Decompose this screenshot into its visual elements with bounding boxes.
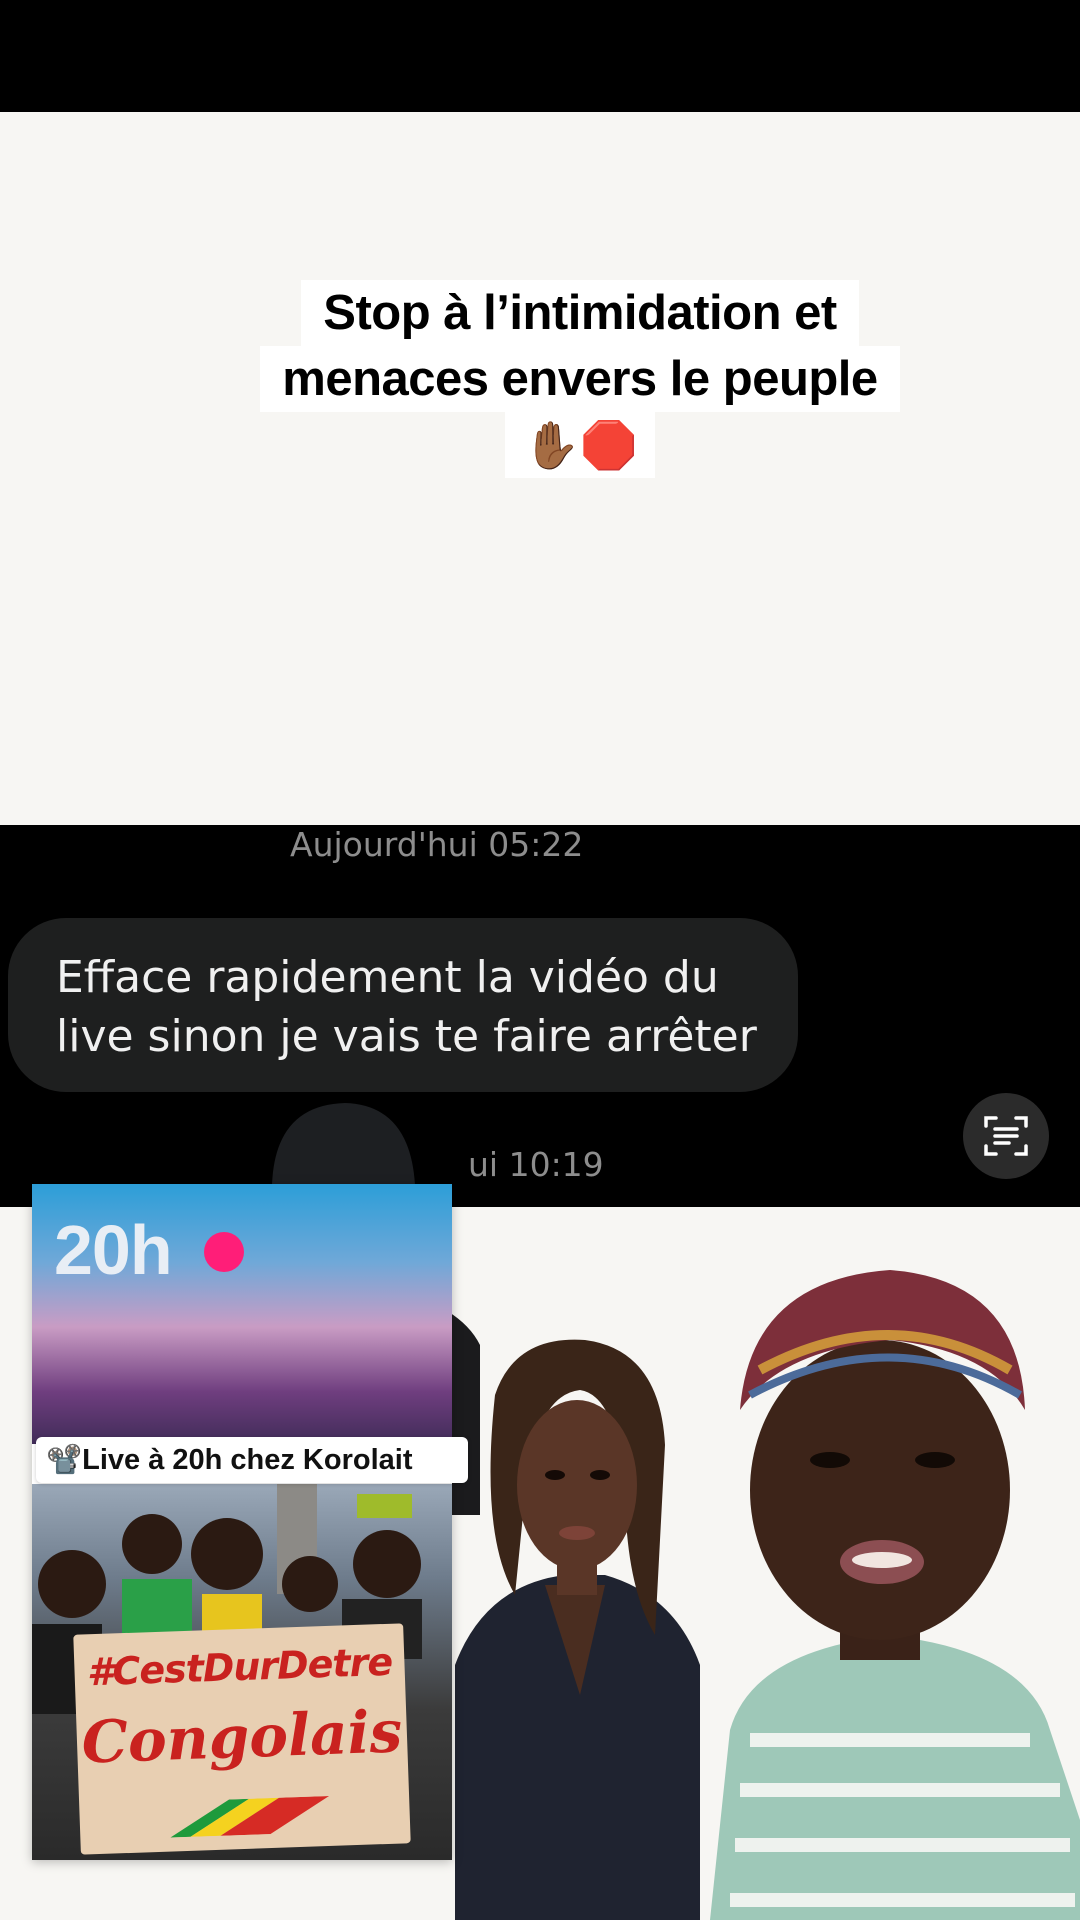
text-scan-icon — [984, 1116, 1028, 1156]
live-banner: 📽️Live à 20h chez Korolait — [36, 1437, 468, 1483]
chat-timestamp: Aujourd'hui 05:22 — [290, 825, 584, 864]
chat-timestamp-partial: ui 10:19 — [468, 1145, 604, 1184]
live-announcement-thumbnail[interactable]: 20h #CestDurDetre Congolais — [32, 1184, 452, 1860]
caption-line-1: Stop à l’intimidation et — [301, 280, 859, 346]
top-black-bar — [0, 0, 1080, 112]
thumbnail-time-label: 20h — [54, 1211, 173, 1289]
congo-flag-stroke — [170, 1795, 330, 1838]
woman-portrait-image — [455, 1339, 700, 1920]
caption-line-2: menaces envers le peuple — [260, 346, 900, 412]
thumbnail-top-image: 20h — [32, 1184, 452, 1444]
sign-hashtag-text: #CestDurDetre — [86, 1639, 393, 1695]
presenter-woman-image — [710, 1270, 1080, 1920]
sign-congolais-text: Congolais — [80, 1697, 404, 1777]
message-bubble[interactable]: Efface rapidement la vidéo du live sinon… — [8, 918, 798, 1092]
thumbnail-protest-image: #CestDurDetre Congolais — [32, 1484, 452, 1860]
text-scan-button[interactable] — [963, 1093, 1049, 1179]
protest-sign: #CestDurDetre Congolais — [73, 1623, 411, 1855]
live-dot-icon — [204, 1232, 244, 1272]
caption-emoji: ✋🏾🛑 — [505, 412, 655, 478]
message-text: Efface rapidement la vidéo du live sinon… — [56, 952, 757, 1062]
video-caption: Stop à l’intimidation et menaces envers … — [240, 280, 920, 478]
